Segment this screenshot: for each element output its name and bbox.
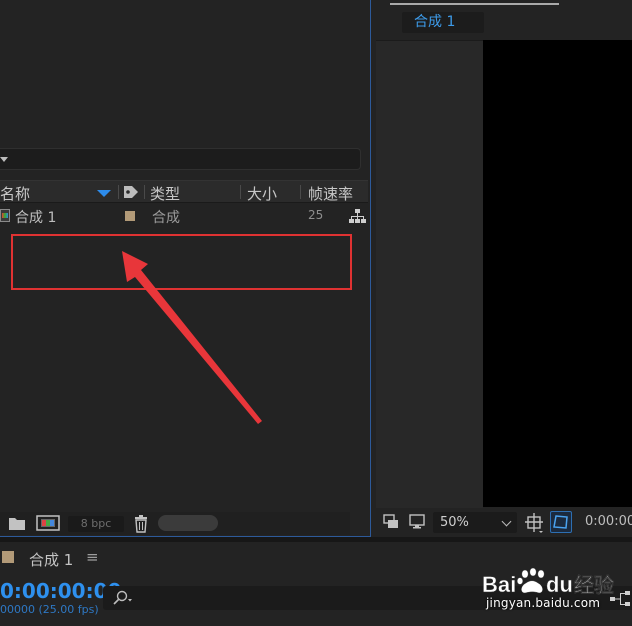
panel-tab-indicator xyxy=(390,3,559,5)
always-preview-icon[interactable] xyxy=(382,513,400,531)
tab-composition[interactable]: 合成 1 xyxy=(402,12,484,33)
label-color-swatch[interactable] xyxy=(125,211,135,221)
column-name-header[interactable]: 名称 xyxy=(0,183,30,204)
monitor-icon[interactable] xyxy=(408,513,426,531)
bit-depth-button[interactable]: 8 bpc xyxy=(68,516,124,532)
magnification-dropdown[interactable]: 50% xyxy=(433,512,517,533)
horizontal-scrollbar[interactable] xyxy=(158,515,218,531)
column-divider[interactable] xyxy=(118,185,119,199)
column-size-header[interactable]: 大小 xyxy=(247,183,277,204)
column-divider[interactable] xyxy=(300,185,301,199)
viewer-pasteboard xyxy=(376,40,483,508)
annotation-highlight-box xyxy=(11,234,352,290)
trash-icon[interactable] xyxy=(132,514,150,533)
sort-descending-icon[interactable] xyxy=(97,190,111,197)
search-icon xyxy=(113,590,132,605)
watermark-site-text: jingyan.baidu.com xyxy=(486,596,601,610)
zoom-value: 50% xyxy=(440,515,469,530)
panel-menu-icon[interactable]: ≡ xyxy=(86,548,99,566)
mask-path-icon xyxy=(553,515,568,529)
item-name: 合成 1 xyxy=(15,210,57,226)
flowchart-icon[interactable] xyxy=(349,209,366,224)
current-time-display[interactable]: 0:00:00 xyxy=(585,514,632,529)
project-item-row[interactable]: 合成 1 合成 25 xyxy=(0,205,368,227)
label-tag-icon[interactable] xyxy=(123,185,140,199)
region-of-interest-icon[interactable] xyxy=(524,512,546,534)
project-column-header: 名称 类型 大小 帧速率 xyxy=(0,180,368,203)
new-folder-icon[interactable] xyxy=(7,514,27,532)
chevron-down-icon xyxy=(501,516,512,527)
project-footer-toolbar: 8 bpc xyxy=(0,512,350,535)
column-fps-header[interactable]: 帧速率 xyxy=(308,183,353,204)
timeline-label-swatch xyxy=(2,551,14,563)
timeline-tab-title[interactable]: 合成 1 xyxy=(29,549,73,570)
composition-icon xyxy=(0,209,10,222)
svg-text:Bai: Bai xyxy=(482,572,516,597)
column-type-header[interactable]: 类型 xyxy=(150,183,180,204)
timeline-frame-info: 00000 (25.00 fps) xyxy=(0,603,99,616)
new-composition-icon[interactable] xyxy=(36,514,60,532)
item-fps: 25 xyxy=(308,208,324,222)
viewer-toolbar: 50% 0:00:00 xyxy=(376,508,632,537)
project-search-field[interactable] xyxy=(0,148,361,170)
svg-text:经验: 经验 xyxy=(574,573,614,597)
column-divider[interactable] xyxy=(144,185,145,199)
column-divider[interactable] xyxy=(240,185,241,199)
item-type: 合成 xyxy=(152,210,180,226)
search-dropdown-icon[interactable] xyxy=(0,157,8,162)
composition-viewer[interactable] xyxy=(483,40,632,507)
mask-visibility-toggle[interactable] xyxy=(550,511,572,533)
svg-text:du: du xyxy=(546,572,573,597)
